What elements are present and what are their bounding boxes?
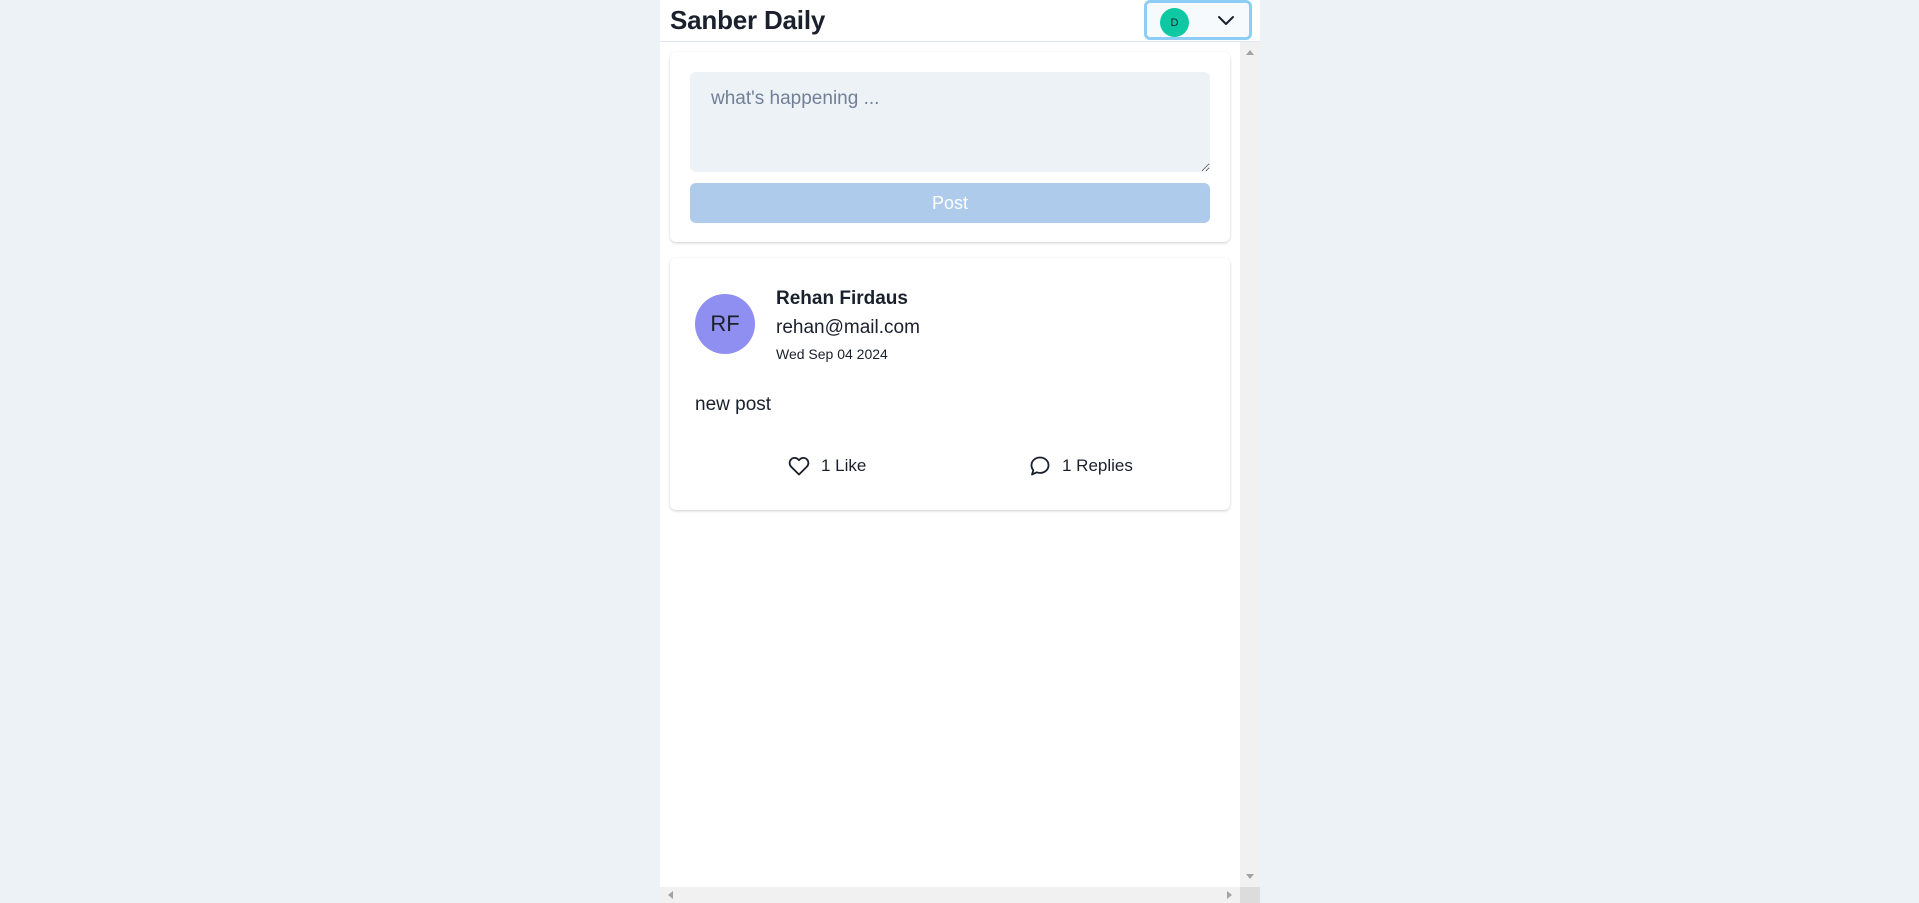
brand-title: Sanber Daily: [670, 5, 826, 35]
reply-count: 1 Replies: [1062, 456, 1133, 475]
vertical-scrollbar[interactable]: [1240, 42, 1260, 887]
post-button[interactable]: Post: [690, 183, 1210, 223]
post-date: Wed Sep 04 2024: [776, 346, 888, 362]
scroll-right-icon[interactable]: [1227, 891, 1232, 899]
post-input[interactable]: [690, 72, 1210, 172]
scroll-down-icon[interactable]: [1246, 874, 1254, 879]
scroll-up-icon[interactable]: [1246, 50, 1254, 55]
post-content: new post: [695, 394, 772, 415]
like-button[interactable]: 1 Like: [787, 453, 866, 479]
feed: Post RF Rehan Firdaus rehan@mail.com Wed…: [660, 42, 1240, 887]
app-frame: Sanber Daily D Post RF Rehan Firdaus reh…: [660, 0, 1260, 903]
author-email: rehan@mail.com: [776, 317, 920, 338]
user-menu-button[interactable]: D: [1144, 0, 1252, 40]
comment-icon: [1030, 456, 1050, 476]
feed-scroll-area[interactable]: Post RF Rehan Firdaus rehan@mail.com Wed…: [660, 42, 1240, 887]
top-header: Sanber Daily D: [660, 0, 1260, 42]
chevron-down-icon: [1218, 16, 1234, 25]
replies-button[interactable]: 1 Replies: [1028, 453, 1133, 479]
scrollbar-corner: [1240, 887, 1260, 903]
heart-icon: [788, 456, 810, 476]
avatar: RF: [695, 294, 755, 354]
user-avatar: D: [1160, 8, 1189, 37]
scroll-left-icon[interactable]: [668, 891, 673, 899]
composer-card: Post: [670, 52, 1230, 242]
like-count: 1 Like: [821, 456, 867, 475]
horizontal-scrollbar[interactable]: [660, 887, 1240, 903]
author-name: Rehan Firdaus: [776, 288, 908, 309]
post-card: RF Rehan Firdaus rehan@mail.com Wed Sep …: [670, 258, 1230, 510]
